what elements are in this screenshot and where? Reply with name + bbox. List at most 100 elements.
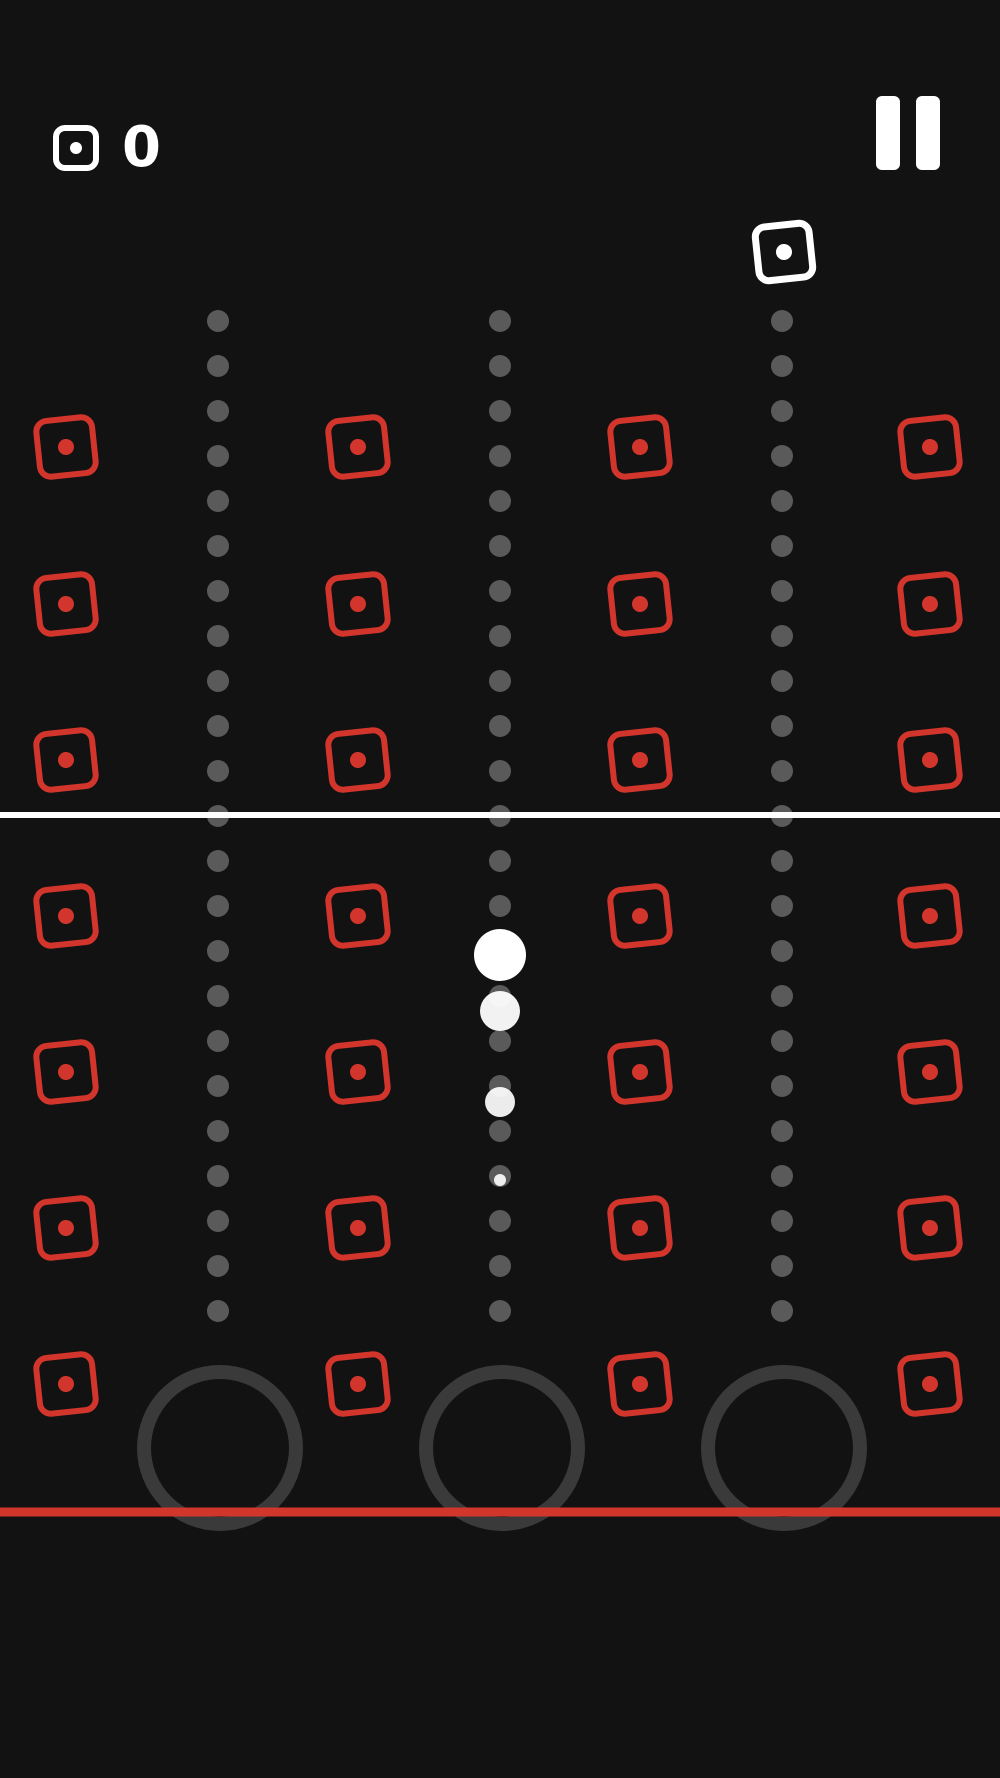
track-dot	[207, 400, 229, 422]
track-dot	[489, 1030, 511, 1052]
track-dot	[489, 535, 511, 557]
game-screen[interactable]: 0	[0, 0, 1000, 1778]
hazard-block-icon	[33, 1195, 99, 1261]
track-dot	[207, 445, 229, 467]
track-dot	[489, 760, 511, 782]
hazard-block-icon	[897, 727, 963, 793]
coin-square-icon	[751, 219, 817, 285]
track-dot	[207, 940, 229, 962]
track-dot	[489, 715, 511, 737]
hazard-block-icon	[897, 571, 963, 637]
track-dot	[771, 1075, 793, 1097]
lane-tap-ring-3[interactable]	[701, 1365, 867, 1531]
hazard-block-icon	[325, 1195, 391, 1261]
track-dot	[489, 1300, 511, 1322]
hazard-block-icon	[325, 1351, 391, 1417]
track-dot	[771, 580, 793, 602]
hazard-block-icon	[607, 1351, 673, 1417]
track-dot	[207, 850, 229, 872]
track-dot	[489, 1255, 511, 1277]
hazard-block-icon	[33, 414, 99, 480]
track-dot	[489, 490, 511, 512]
track-dot	[771, 625, 793, 647]
track-dot	[489, 1120, 511, 1142]
track-dot	[207, 535, 229, 557]
track-dot	[489, 400, 511, 422]
hazard-block-icon	[325, 1039, 391, 1105]
hazard-block-icon	[897, 1195, 963, 1261]
track-dot	[207, 355, 229, 377]
lane-tap-rings	[137, 1365, 867, 1531]
track-dot	[207, 760, 229, 782]
hazard-block-icon	[33, 883, 99, 949]
track-dot	[489, 445, 511, 467]
track-dot	[771, 760, 793, 782]
track-dot	[771, 715, 793, 737]
track-dot	[207, 1300, 229, 1322]
player-ball	[474, 929, 526, 981]
track-dot	[207, 580, 229, 602]
hazard-block-icon	[33, 727, 99, 793]
track-dot	[207, 895, 229, 917]
player-ball-trail	[474, 929, 526, 1186]
track-dot	[489, 310, 511, 332]
lane-tap-ring-1[interactable]	[137, 1365, 303, 1531]
hazard-block-icon	[33, 1039, 99, 1105]
hazard-block-icon	[325, 571, 391, 637]
hazard-block-icon	[325, 883, 391, 949]
collectibles	[751, 219, 817, 285]
track-dot	[771, 535, 793, 557]
track-dot	[489, 625, 511, 647]
track-dot	[771, 355, 793, 377]
hazard-block-icon	[33, 1351, 99, 1417]
hazard-block-icon	[607, 883, 673, 949]
track-dot	[771, 985, 793, 1007]
hazard-block-icon	[897, 1039, 963, 1105]
track-dot	[489, 580, 511, 602]
hazard-block-icon	[897, 414, 963, 480]
hazard-block-icon	[897, 1351, 963, 1417]
hazard-block-icon	[607, 1039, 673, 1105]
lane-tap-ring-2[interactable]	[419, 1365, 585, 1531]
track-dot	[207, 1210, 229, 1232]
hazard-block-icon	[325, 727, 391, 793]
player-trail-dot	[494, 1174, 506, 1186]
track-dot	[771, 445, 793, 467]
hazard-block-icon	[897, 883, 963, 949]
track-dot	[489, 355, 511, 377]
track-dot	[207, 1075, 229, 1097]
track-dot	[771, 490, 793, 512]
track-dot	[771, 1255, 793, 1277]
track-dot	[771, 1030, 793, 1052]
track-dot	[489, 895, 511, 917]
track-dot	[207, 1165, 229, 1187]
hazard-block-icon	[607, 571, 673, 637]
track-dot	[207, 625, 229, 647]
track-dot	[207, 310, 229, 332]
hazard-block-icon	[607, 414, 673, 480]
track-dot	[771, 1210, 793, 1232]
track-dot	[207, 1120, 229, 1142]
track-dot	[207, 670, 229, 692]
track-dot	[207, 715, 229, 737]
track-dot	[771, 400, 793, 422]
track-dot	[771, 895, 793, 917]
track-dot	[207, 490, 229, 512]
player-trail-dot	[480, 991, 520, 1031]
track-dot	[489, 1210, 511, 1232]
track-dot	[489, 850, 511, 872]
hazard-block-icon	[325, 414, 391, 480]
track-dot	[771, 1300, 793, 1322]
track-dot	[207, 1030, 229, 1052]
hazard-block-icon	[33, 571, 99, 637]
track-dot	[771, 670, 793, 692]
track-dot	[771, 1120, 793, 1142]
game-board	[0, 219, 1000, 1531]
track-dot	[771, 1165, 793, 1187]
hazard-block-icon	[607, 1195, 673, 1261]
hazard-block-icon	[607, 727, 673, 793]
track-dot	[771, 850, 793, 872]
player-trail-dot	[485, 1087, 515, 1117]
track-dot	[771, 310, 793, 332]
track-dot	[489, 670, 511, 692]
